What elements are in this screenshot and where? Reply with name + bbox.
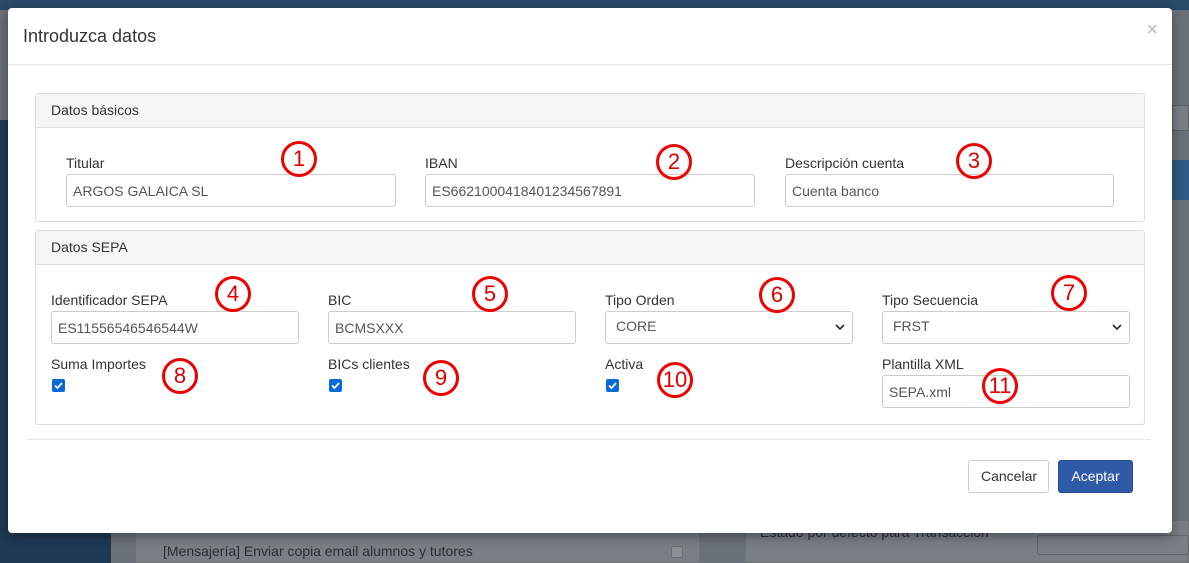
descripcion-input[interactable] (785, 174, 1114, 207)
annotation-marker-8: 8 (162, 358, 198, 394)
tipo-orden-value: CORE (616, 318, 657, 334)
bics-clientes-checkbox[interactable] (329, 379, 342, 392)
annotation-marker-7: 7 (1051, 275, 1087, 311)
activa-label: Activa (605, 356, 644, 372)
checkmark-icon (54, 382, 63, 390)
tipo-secuencia-select[interactable]: FRST (882, 311, 1130, 344)
modal-header: Introduzca datos × (8, 8, 1172, 65)
background-messaging-text: [Mensajería] Enviar copia email alumnos … (163, 543, 473, 559)
background-checkbox (671, 546, 683, 558)
titular-label: Titular (66, 155, 105, 171)
identificador-sepa-input[interactable] (51, 311, 299, 344)
data-entry-modal: Introduzca datos × Datos básicos Titular… (8, 8, 1172, 533)
titular-input[interactable] (66, 174, 396, 207)
iban-label: IBAN (425, 155, 458, 171)
descripcion-label: Descripción cuenta (785, 155, 905, 171)
background-right-box (1172, 105, 1189, 131)
annotation-marker-5: 5 (472, 276, 508, 312)
chevron-down-icon (835, 324, 845, 331)
tipo-orden-select[interactable]: CORE (605, 311, 853, 344)
suma-importes-label: Suma Importes (51, 356, 146, 372)
modal-title: Introduzca datos (23, 26, 157, 46)
identificador-sepa-label: Identificador SEPA (51, 292, 168, 308)
chevron-down-icon (1112, 324, 1122, 331)
annotation-marker-3: 3 (956, 143, 992, 179)
iban-input[interactable] (425, 174, 755, 207)
panel-datos-sepa: Datos SEPA Identificador SEPA BIC Tipo O… (35, 230, 1145, 425)
panel-heading-datos-sepa: Datos SEPA (36, 231, 1144, 265)
annotation-marker-11: 11 (982, 368, 1018, 404)
bic-input[interactable] (328, 311, 576, 344)
checkmark-icon (608, 382, 617, 390)
suma-importes-checkbox[interactable] (52, 379, 65, 392)
accept-button[interactable]: Aceptar (1058, 460, 1133, 493)
annotation-marker-9: 9 (423, 360, 459, 396)
close-icon[interactable]: × (1146, 20, 1158, 40)
annotation-marker-6: 6 (759, 277, 795, 313)
annotation-marker-2: 2 (656, 144, 692, 180)
tipo-secuencia-value: FRST (893, 318, 930, 334)
annotation-marker-4: 4 (215, 276, 251, 312)
annotation-marker-10: 10 (657, 362, 693, 398)
background-right-strip (1172, 160, 1189, 200)
annotation-marker-1: 1 (281, 141, 317, 177)
panel-heading-datos-basicos: Datos básicos (36, 94, 1144, 128)
activa-checkbox[interactable] (606, 379, 619, 392)
cancel-button[interactable]: Cancelar (968, 460, 1049, 493)
plantilla-xml-label: Plantilla XML (882, 356, 964, 372)
modal-footer-divider (27, 439, 1151, 440)
checkmark-icon (331, 382, 340, 390)
background-right-input (1037, 535, 1189, 555)
bics-clientes-label: BICs clientes (328, 356, 410, 372)
tipo-orden-label: Tipo Orden (605, 292, 675, 308)
bic-label: BIC (328, 292, 352, 308)
tipo-secuencia-label: Tipo Secuencia (882, 292, 978, 308)
